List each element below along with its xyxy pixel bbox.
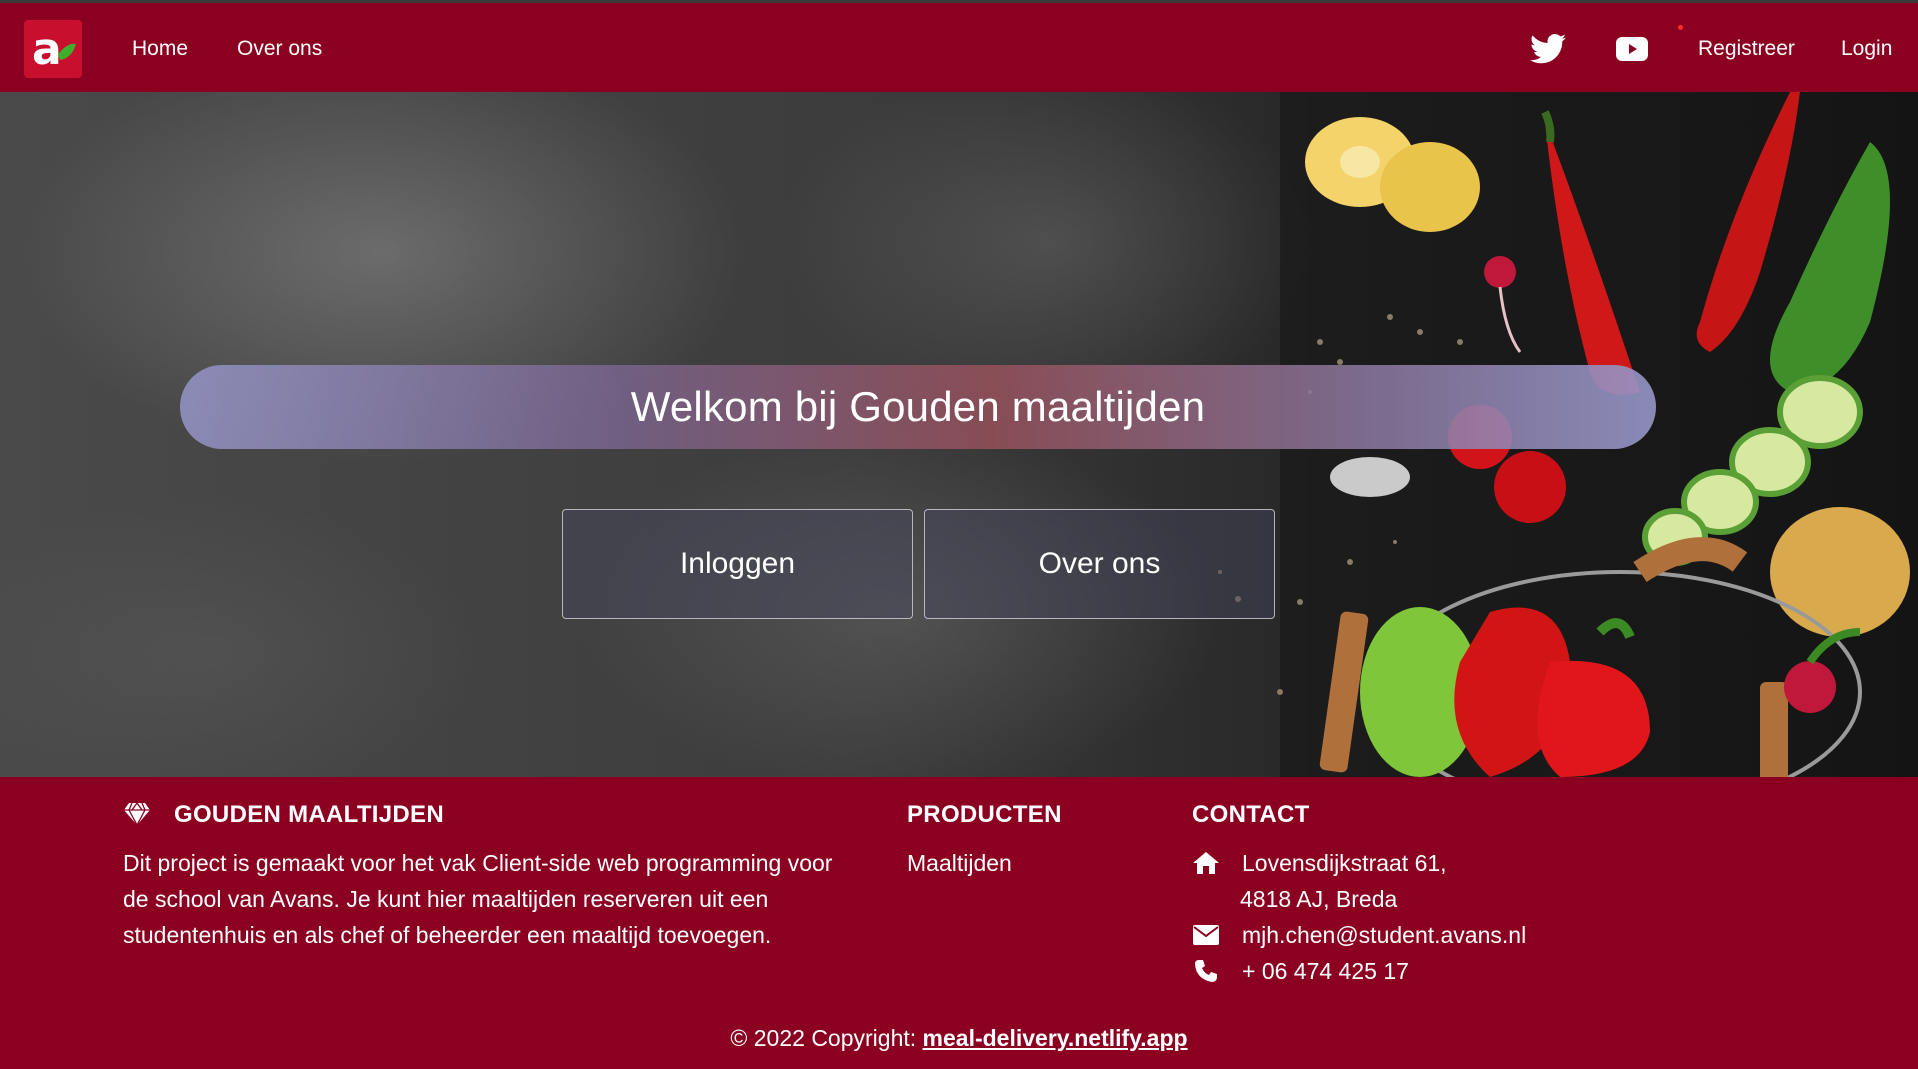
welcome-banner: Welkom bij Gouden maaltijden: [180, 365, 1656, 449]
over-ons-button[interactable]: Over ons: [924, 509, 1275, 619]
inloggen-button[interactable]: Inloggen: [562, 509, 913, 619]
navbar: a Home Over ons Registreer Login: [0, 0, 1918, 92]
copyright-prefix: © 2022 Copyright:: [730, 1025, 923, 1051]
gem-icon: [124, 802, 150, 826]
nav-home-link[interactable]: Home: [132, 3, 188, 95]
contact-email[interactable]: mjh.chen@student.avans.nl: [1242, 917, 1526, 953]
address-row: Lovensdijkstraat 61,: [1192, 845, 1447, 881]
phone-icon: [1192, 959, 1220, 983]
youtube-icon[interactable]: [1614, 3, 1650, 95]
footer-brand-text: Dit project is gemaakt voor het vak Clie…: [123, 850, 833, 948]
footer-contact-heading: CONTACT: [1192, 801, 1310, 828]
footer: GOUDEN MAALTIJDEN Dit project is gemaakt…: [0, 777, 1918, 1069]
copyright: © 2022 Copyright: meal-delivery.netlify.…: [0, 1025, 1918, 1052]
phone-row: + 06 474 425 17: [1192, 953, 1409, 989]
email-row: mjh.chen@student.avans.nl: [1192, 917, 1526, 953]
address-line1: Lovensdijkstraat 61,: [1242, 850, 1447, 876]
hero-section: Welkom bij Gouden maaltijden Inloggen Ov…: [0, 92, 1918, 777]
nav-registreer-link[interactable]: Registreer: [1698, 3, 1795, 95]
envelope-icon: [1192, 923, 1220, 947]
nav-login-link[interactable]: Login: [1841, 3, 1892, 95]
notification-dot: [1678, 25, 1683, 30]
address-line2: 4818 AJ, Breda: [1240, 886, 1398, 912]
avans-logo-icon[interactable]: a: [24, 20, 82, 78]
nav-over-ons-link[interactable]: Over ons: [237, 3, 322, 95]
copyright-link[interactable]: meal-delivery.netlify.app: [923, 1025, 1188, 1051]
contact-phone: + 06 474 425 17: [1242, 958, 1409, 984]
svg-text:a: a: [32, 24, 62, 74]
footer-brand-heading: GOUDEN MAALTIJDEN: [174, 801, 444, 828]
home-icon: [1192, 851, 1220, 875]
twitter-icon[interactable]: [1528, 3, 1568, 95]
page-title: Welkom bij Gouden maaltijden: [630, 383, 1206, 430]
footer-maaltijden-link[interactable]: Maaltijden: [907, 845, 1012, 881]
footer-products-heading: PRODUCTEN: [907, 801, 1062, 828]
